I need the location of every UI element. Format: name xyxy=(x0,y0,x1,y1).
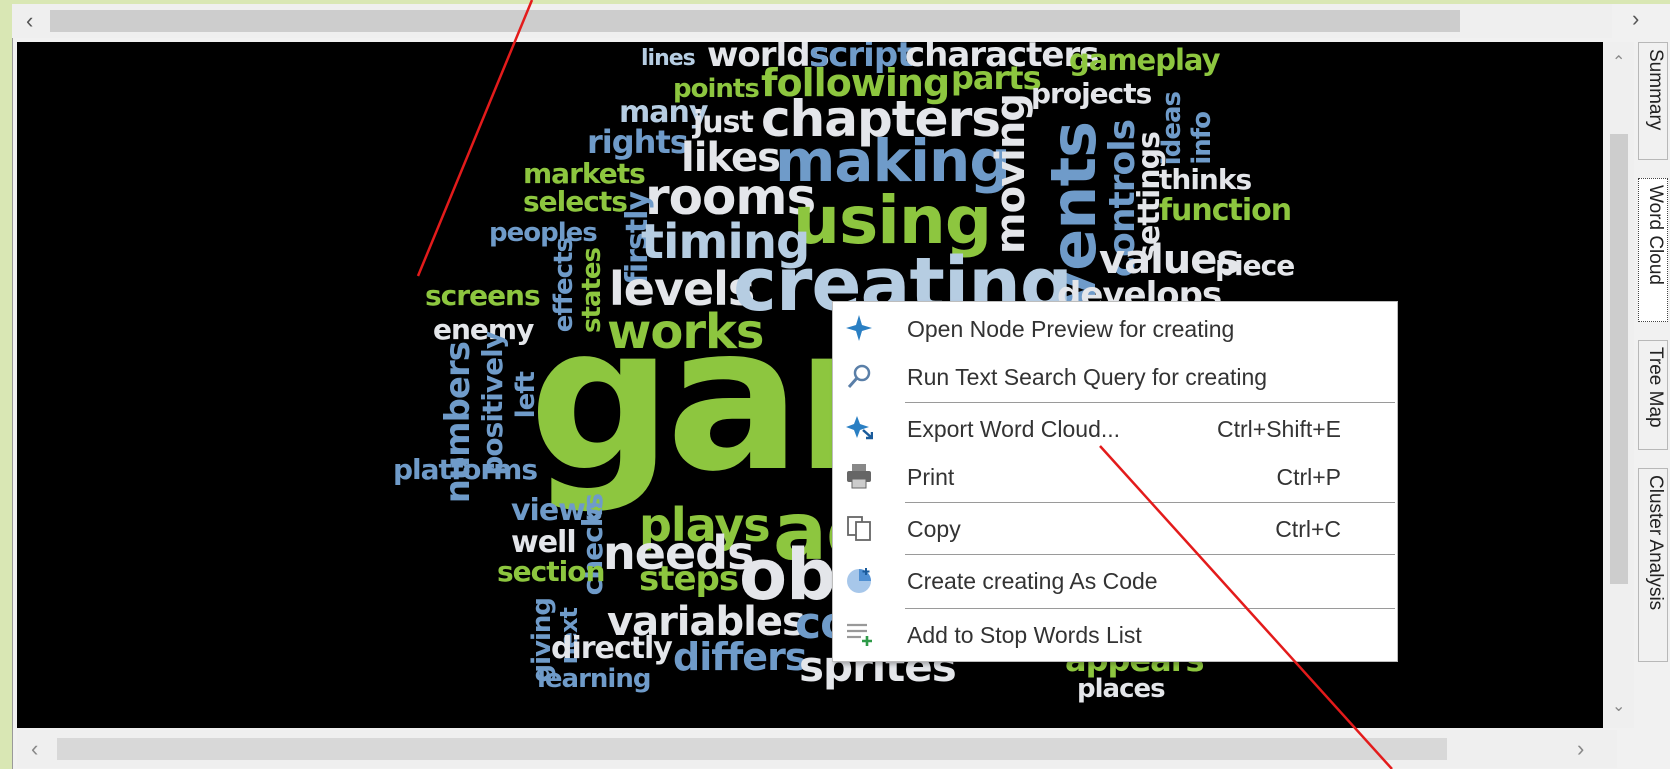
cloud-word[interactable]: screens xyxy=(425,282,541,310)
menu-item-export-word-cloud[interactable]: Export Word Cloud... Ctrl+Shift+E xyxy=(833,404,1397,452)
tab-label: Tree Map xyxy=(1645,347,1666,428)
create-code-icon xyxy=(847,568,871,593)
cloud-word[interactable]: piece xyxy=(1215,252,1295,280)
menu-item-add-stop-words[interactable]: Add to Stop Words List xyxy=(833,610,1397,658)
menu-separator xyxy=(905,554,1395,555)
cloud-word[interactable]: platforms xyxy=(393,456,538,484)
cloud-word[interactable]: just xyxy=(693,108,754,138)
tab-tree-map[interactable]: Tree Map xyxy=(1638,340,1668,450)
node-preview-icon xyxy=(846,315,872,341)
scroll-up-arrow-icon[interactable]: ⌃ xyxy=(1612,52,1625,72)
menu-item-shortcut: Ctrl+P xyxy=(1276,464,1341,490)
tab-word-cloud[interactable]: Word Cloud xyxy=(1638,178,1668,322)
top-horizontal-scrollbar[interactable]: ‹ xyxy=(12,4,1612,38)
menu-item-run-text-search[interactable]: Run Text Search Query for creating xyxy=(833,352,1397,400)
menu-item-create-as-code[interactable]: Create creating As Code xyxy=(833,556,1397,604)
menu-item-print[interactable]: Print Ctrl+P xyxy=(833,452,1397,500)
copy-icon xyxy=(847,516,871,541)
printer-icon xyxy=(847,464,871,489)
tab-label: Word Cloud xyxy=(1645,185,1666,285)
cloud-word[interactable]: function xyxy=(1159,196,1292,226)
context-menu: Open Node Preview for creating Run Text … xyxy=(832,301,1398,662)
cloud-word[interactable]: gameplay xyxy=(1069,46,1220,75)
menu-separator xyxy=(905,402,1395,403)
cloud-word[interactable]: selects xyxy=(523,188,628,216)
export-icon xyxy=(846,416,873,440)
cloud-word[interactable]: learning xyxy=(537,666,651,692)
scroll-left-arrow-icon[interactable]: ‹ xyxy=(26,8,33,34)
cloud-word[interactable]: places xyxy=(1077,676,1166,702)
cloud-word[interactable]: section xyxy=(497,558,605,586)
tab-label: Summary xyxy=(1645,49,1666,131)
menu-separator xyxy=(905,608,1395,609)
cloud-word[interactable]: info xyxy=(1187,112,1217,165)
menu-item-label: Create creating As Code xyxy=(907,568,1158,594)
scroll-thumb[interactable] xyxy=(57,738,1447,760)
cloud-word[interactable]: thinks xyxy=(1159,166,1252,194)
cloud-word[interactable]: directly xyxy=(551,634,673,664)
cloud-word[interactable]: well xyxy=(511,528,577,558)
bottom-horizontal-scrollbar[interactable]: ‹ › xyxy=(17,730,1617,768)
menu-item-label: Copy xyxy=(907,516,961,542)
cloud-word[interactable]: markets xyxy=(523,160,646,188)
text-search-icon xyxy=(847,364,871,388)
cloud-word[interactable]: peoples xyxy=(489,220,598,246)
cloud-word[interactable]: differs xyxy=(673,638,807,676)
scroll-right-arrow-icon[interactable]: › xyxy=(1632,6,1639,32)
tab-cluster-analysis[interactable]: Cluster Analysis xyxy=(1638,468,1668,662)
menu-item-label: Add to Stop Words List xyxy=(907,622,1142,648)
scroll-right-arrow-icon[interactable]: › xyxy=(1577,736,1584,762)
menu-item-shortcut: Ctrl+Shift+E xyxy=(1217,416,1341,442)
cloud-word[interactable]: lines xyxy=(641,48,696,70)
cloud-word[interactable]: rights xyxy=(587,126,689,158)
scroll-down-arrow-icon[interactable]: ⌄ xyxy=(1612,696,1625,716)
menu-item-shortcut: Ctrl+C xyxy=(1275,516,1341,542)
cloud-word[interactable]: moving xyxy=(988,94,1034,254)
menu-item-label: Export Word Cloud... xyxy=(907,416,1121,442)
tab-label: Cluster Analysis xyxy=(1645,475,1666,611)
vertical-scrollbar[interactable]: ⌃ ⌄ xyxy=(1604,42,1634,728)
menu-item-label: Open Node Preview for creating xyxy=(907,316,1235,342)
scroll-thumb[interactable] xyxy=(50,10,1460,32)
scroll-thumb[interactable] xyxy=(1610,134,1628,584)
scroll-left-arrow-icon[interactable]: ‹ xyxy=(31,736,38,762)
cloud-word[interactable]: steps xyxy=(639,562,739,596)
menu-item-copy[interactable]: Copy Ctrl+C xyxy=(833,504,1397,552)
menu-separator xyxy=(905,502,1395,503)
tab-summary[interactable]: Summary xyxy=(1638,42,1668,160)
menu-item-label: Print xyxy=(907,464,955,490)
cloud-word[interactable]: projects xyxy=(1031,80,1152,108)
menu-item-label: Run Text Search Query for creating xyxy=(907,364,1268,390)
menu-item-open-node-preview[interactable]: Open Node Preview for creating xyxy=(833,304,1397,352)
stop-words-icon xyxy=(847,623,872,646)
view-tabs: Summary Word Cloud Tree Map Cluster Anal… xyxy=(1636,42,1670,728)
